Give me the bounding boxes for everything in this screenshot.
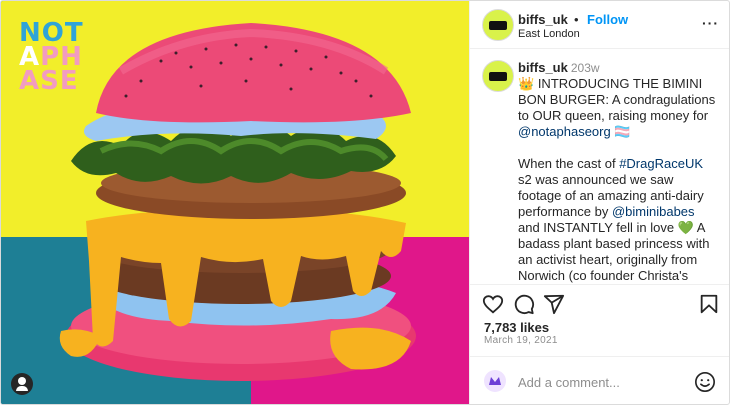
post-age: 203w bbox=[570, 61, 600, 75]
caption-text-part: When the cast of bbox=[518, 156, 616, 171]
post-sidebar: biffs_uk • Follow East London ··· biffs_… bbox=[469, 1, 729, 404]
caption-text-part: and INSTANTLY fell in love bbox=[518, 220, 675, 235]
green-heart-emoji: 💚 bbox=[677, 220, 694, 235]
avatar[interactable] bbox=[482, 9, 514, 41]
caption-area: biffs_uk 203w 👑 INTRODUCING THE BIMINI BO… bbox=[470, 50, 729, 285]
logo-line-3: ASE bbox=[19, 66, 79, 96]
crown-emoji: 👑 bbox=[518, 76, 535, 91]
action-bar bbox=[470, 286, 729, 320]
heart-icon[interactable] bbox=[482, 293, 504, 315]
emoji-icon[interactable] bbox=[694, 371, 716, 393]
header-username[interactable]: biffs_uk bbox=[518, 12, 568, 27]
mention-link[interactable]: @notaphaseorg bbox=[518, 124, 611, 139]
instagram-post: NOT APH ASE biffs_uk • Follow East Londo… bbox=[0, 0, 730, 405]
location-link[interactable]: East London bbox=[518, 28, 580, 40]
share-icon[interactable] bbox=[543, 293, 565, 315]
comment-avatar bbox=[484, 370, 506, 392]
follow-button[interactable]: Follow bbox=[587, 12, 628, 27]
comment-input[interactable]: Add a comment... bbox=[518, 375, 620, 390]
post-date[interactable]: March 19, 2021 bbox=[484, 335, 558, 346]
bookmark-icon[interactable] bbox=[698, 293, 720, 315]
comment-icon[interactable] bbox=[513, 293, 535, 315]
caption-text: biffs_uk 203w 👑 INTRODUCING THE BIMINI BO… bbox=[518, 60, 718, 284]
post-image[interactable]: NOT APH ASE bbox=[1, 1, 469, 404]
flag-emoji: 🏳️‍⚧️ bbox=[614, 124, 631, 139]
caption-avatar[interactable] bbox=[482, 60, 514, 92]
separator-dot: • bbox=[574, 12, 579, 27]
more-options-icon[interactable]: ··· bbox=[702, 15, 719, 31]
like-count[interactable]: 7,783 likes bbox=[484, 320, 549, 335]
user-tag-icon[interactable] bbox=[11, 373, 33, 395]
caption-intro: INTRODUCING THE BIMINI BON BURGER: A con… bbox=[518, 76, 716, 123]
hashtag-link[interactable]: #DragRaceUK bbox=[619, 156, 703, 171]
comment-bar: Add a comment... bbox=[470, 356, 729, 404]
caption-username[interactable]: biffs_uk bbox=[518, 60, 568, 75]
not-a-phase-logo: NOT APH ASE bbox=[19, 20, 84, 96]
mention-link[interactable]: @biminibabes bbox=[612, 204, 695, 219]
post-header: biffs_uk • Follow East London ··· bbox=[470, 1, 729, 49]
